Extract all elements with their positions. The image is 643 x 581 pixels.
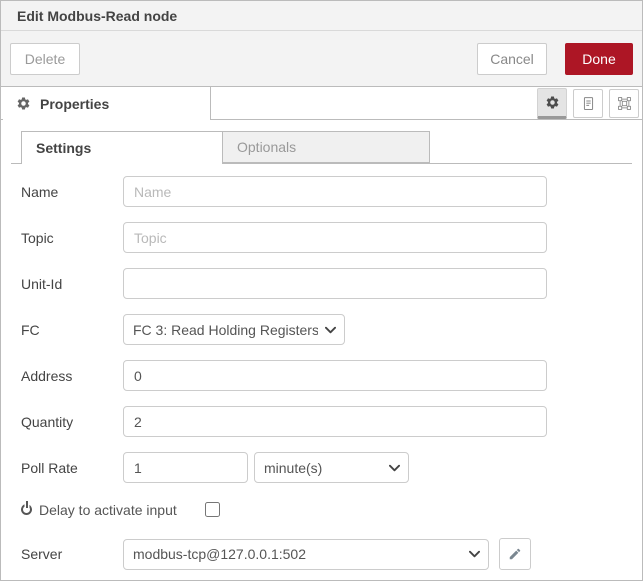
gear-icon xyxy=(545,95,560,110)
power-icon xyxy=(21,504,32,515)
description-button[interactable] xyxy=(573,89,603,118)
address-row: Address xyxy=(21,360,642,391)
appearance-button[interactable] xyxy=(609,89,639,118)
pencil-icon xyxy=(508,547,522,561)
settings-form: Name Topic Unit-Id FC FC 3: Read Holding… xyxy=(1,164,642,570)
editor-icon-buttons xyxy=(537,87,642,119)
name-input[interactable] xyxy=(123,176,547,207)
cancel-button[interactable]: Cancel xyxy=(477,43,547,75)
dialog-header: Edit Modbus-Read node xyxy=(1,1,642,31)
quantity-label: Quantity xyxy=(21,414,123,430)
name-row: Name xyxy=(21,176,642,207)
done-button[interactable]: Done xyxy=(565,43,633,75)
server-select[interactable]: modbus-tcp@127.0.0.1:502 xyxy=(123,539,489,570)
poll-rate-label: Poll Rate xyxy=(21,460,123,476)
settings-tab-bar: Settings Optionals xyxy=(11,131,632,164)
fc-select[interactable]: FC 3: Read Holding Registers xyxy=(123,314,345,345)
delay-checkbox[interactable] xyxy=(205,502,220,517)
dialog-toolbar: Delete Cancel Done xyxy=(1,31,642,87)
fc-row: FC FC 3: Read Holding Registers xyxy=(21,314,642,345)
name-label: Name xyxy=(21,184,123,200)
expand-icon xyxy=(617,96,632,111)
topic-row: Topic xyxy=(21,222,642,253)
tab-properties[interactable]: Properties xyxy=(3,87,211,120)
document-icon xyxy=(581,96,596,111)
unit-id-row: Unit-Id xyxy=(21,268,642,299)
topic-input[interactable] xyxy=(123,222,547,253)
quantity-input[interactable] xyxy=(123,406,547,437)
tab-settings[interactable]: Settings xyxy=(21,131,223,164)
quantity-row: Quantity xyxy=(21,406,642,437)
poll-rate-row: Poll Rate minute(s) xyxy=(21,452,642,483)
server-row: Server modbus-tcp@127.0.0.1:502 xyxy=(21,538,642,570)
tab-optionals[interactable]: Optionals xyxy=(223,131,430,163)
topic-label: Topic xyxy=(21,230,123,246)
address-label: Address xyxy=(21,368,123,384)
delete-button[interactable]: Delete xyxy=(10,43,80,75)
fc-label: FC xyxy=(21,322,123,338)
poll-rate-unit-select[interactable]: minute(s) xyxy=(254,452,409,483)
gear-icon xyxy=(16,96,31,111)
unit-id-label: Unit-Id xyxy=(21,276,123,292)
editor-tab-bar: Properties xyxy=(1,87,642,120)
tab-properties-label: Properties xyxy=(40,96,109,112)
server-label: Server xyxy=(21,546,123,562)
delay-label: Delay to activate input xyxy=(39,502,177,518)
edit-node-dialog: Edit Modbus-Read node Delete Cancel Done… xyxy=(0,0,643,581)
address-input[interactable] xyxy=(123,360,547,391)
edit-server-button[interactable] xyxy=(499,538,531,570)
delay-row: Delay to activate input xyxy=(21,499,642,520)
unit-id-input[interactable] xyxy=(123,268,547,299)
dialog-title: Edit Modbus-Read node xyxy=(17,8,177,24)
properties-gear-button[interactable] xyxy=(537,88,567,119)
poll-rate-input[interactable] xyxy=(123,452,248,483)
